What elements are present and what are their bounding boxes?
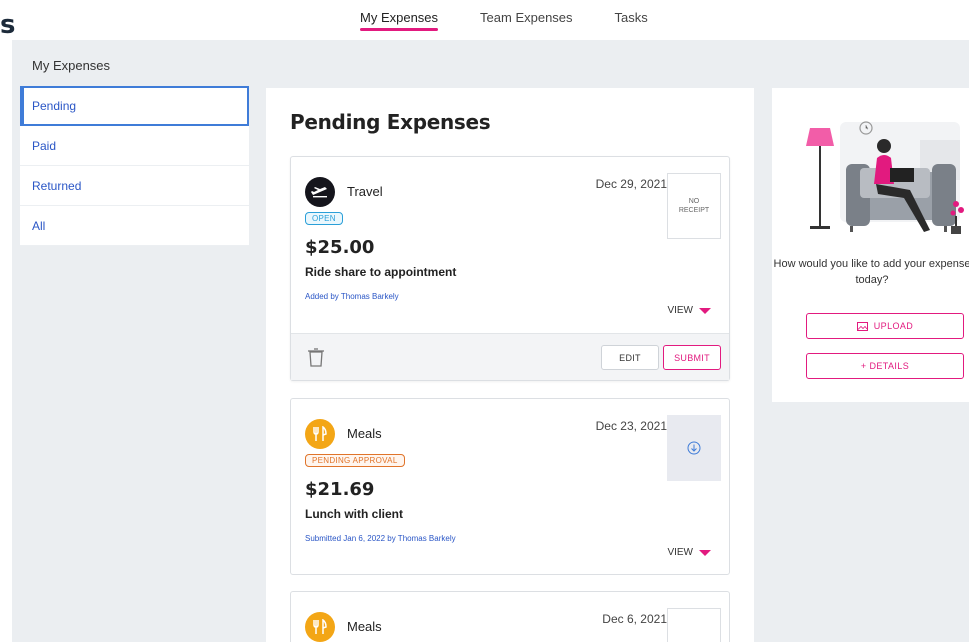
tab-tasks[interactable]: Tasks bbox=[615, 10, 648, 31]
expense-date: Dec 29, 2021 bbox=[595, 177, 667, 191]
caret-down-icon bbox=[699, 549, 711, 556]
add-details-button[interactable]: + DETAILS bbox=[806, 353, 964, 379]
view-label: VIEW bbox=[667, 547, 693, 558]
receipt-placeholder[interactable]: NO RECEIPT bbox=[667, 173, 721, 239]
expense-description: Lunch with client bbox=[305, 507, 403, 521]
sidebar-item-all[interactable]: All bbox=[20, 206, 249, 246]
download-icon bbox=[687, 441, 701, 455]
top-tabs: My Expenses Team Expenses Tasks bbox=[360, 10, 648, 31]
tab-team-expenses[interactable]: Team Expenses bbox=[480, 10, 573, 31]
expense-card: Travel Dec 29, 2021 OPEN $25.00 Ride sha… bbox=[290, 156, 730, 381]
add-expense-question: How would you like to add your expense t… bbox=[773, 258, 969, 286]
receipt-upload-box[interactable] bbox=[667, 415, 721, 481]
airplane-icon bbox=[305, 177, 335, 207]
brand-logo-fragment: s bbox=[0, 10, 16, 40]
top-nav-bar: s My Expenses Team Expenses Tasks bbox=[0, 0, 969, 40]
view-label: VIEW bbox=[667, 305, 693, 316]
utensils-icon bbox=[305, 419, 335, 449]
status-badge: PENDING APPROVAL bbox=[305, 454, 405, 467]
expense-amount: $25.00 bbox=[305, 237, 375, 258]
status-badge: OPEN bbox=[305, 212, 343, 225]
expense-amount: $21.69 bbox=[305, 479, 375, 500]
view-toggle[interactable]: VIEW bbox=[667, 305, 711, 316]
utensils-icon bbox=[305, 612, 335, 642]
upload-button[interactable]: UPLOAD bbox=[806, 313, 964, 339]
upload-label: UPLOAD bbox=[873, 321, 914, 331]
expense-card: Meals Dec 6, 2021 NO bbox=[290, 591, 730, 642]
card-actions: EDIT SUBMIT bbox=[291, 333, 729, 380]
expense-date: Dec 6, 2021 bbox=[602, 612, 667, 626]
expense-byline: Submitted Jan 6, 2022 by Thomas Barkely bbox=[305, 534, 456, 543]
sidebar-item-paid[interactable]: Paid bbox=[20, 126, 249, 166]
pending-expenses-panel: Pending Expenses Travel Dec 29, 2021 OPE… bbox=[266, 88, 754, 642]
expense-category: Meals bbox=[347, 619, 382, 634]
receipt-placeholder[interactable]: NO bbox=[667, 608, 721, 642]
expense-date: Dec 23, 2021 bbox=[595, 419, 667, 433]
tab-my-expenses[interactable]: My Expenses bbox=[360, 10, 439, 31]
woman-with-laptop-illustration bbox=[806, 121, 964, 234]
expense-byline: Added by Thomas Barkely bbox=[305, 292, 399, 301]
sidebar-item-pending[interactable]: Pending bbox=[20, 86, 249, 126]
expense-category: Meals bbox=[347, 426, 382, 441]
view-toggle[interactable]: VIEW bbox=[667, 547, 711, 558]
add-expense-panel: How would you like to add your expense t… bbox=[772, 88, 969, 402]
details-label: + DETAILS bbox=[860, 361, 910, 371]
expense-card: Meals Dec 23, 2021 PENDING APPROVAL $21.… bbox=[290, 398, 730, 575]
status-sidebar: Pending Paid Returned All bbox=[20, 86, 249, 246]
caret-down-icon bbox=[699, 307, 711, 314]
submit-button[interactable]: SUBMIT bbox=[663, 345, 721, 370]
sidebar-item-returned[interactable]: Returned bbox=[20, 166, 249, 206]
edit-button[interactable]: EDIT bbox=[601, 345, 659, 370]
page-title: Pending Expenses bbox=[290, 110, 491, 134]
trash-icon[interactable] bbox=[307, 347, 325, 367]
content-area: My Expenses Pending Paid Returned All Pe… bbox=[12, 40, 969, 642]
image-icon bbox=[856, 321, 868, 331]
section-title: My Expenses bbox=[32, 58, 111, 73]
expense-description: Ride share to appointment bbox=[305, 265, 457, 279]
receipt-text-line2: RECEIPT bbox=[678, 207, 710, 214]
receipt-text-line1: NO bbox=[688, 198, 700, 205]
expense-category: Travel bbox=[347, 184, 383, 199]
